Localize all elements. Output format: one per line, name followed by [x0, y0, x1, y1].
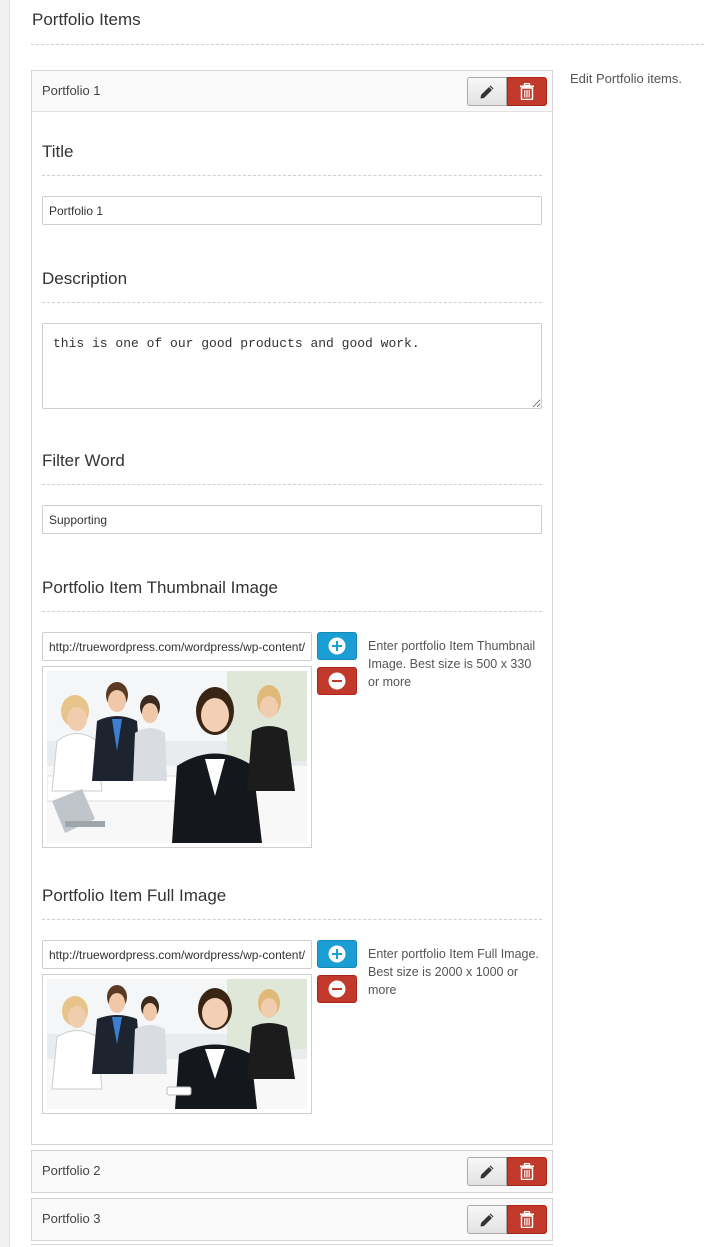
edit-item-button[interactable]	[467, 1157, 507, 1186]
trash-icon	[520, 1211, 534, 1228]
delete-item-button[interactable]	[507, 1157, 547, 1186]
full-image-field-label: Portfolio Item Full Image	[42, 886, 227, 905]
pencil-icon	[480, 1213, 494, 1226]
office-team-photo	[47, 671, 307, 843]
field-divider	[42, 611, 542, 612]
portfolio-item-actions	[467, 1205, 547, 1234]
edit-item-button[interactable]	[467, 77, 507, 106]
edit-item-button[interactable]	[467, 1205, 507, 1234]
next-panel-edge	[31, 1244, 553, 1245]
admin-left-rail	[0, 0, 10, 1247]
trash-icon	[520, 83, 534, 100]
full-image-url-input[interactable]	[42, 940, 312, 969]
section-title: Portfolio Items	[32, 10, 141, 29]
portfolio-item-header[interactable]: Portfolio 2	[32, 1151, 552, 1192]
field-divider	[42, 302, 542, 303]
portfolio-item-title: Portfolio 1	[42, 83, 101, 98]
field-divider	[42, 484, 542, 485]
trash-icon	[520, 1163, 534, 1180]
portfolio-item-actions	[467, 77, 547, 106]
delete-item-button[interactable]	[507, 1205, 547, 1234]
section-description: Edit Portfolio items.	[570, 71, 682, 86]
plus-circle-icon	[328, 637, 346, 655]
portfolio-item-actions	[467, 1157, 547, 1186]
filter-word-input[interactable]	[42, 505, 542, 534]
portfolio-item-title: Portfolio 3	[42, 1211, 101, 1226]
portfolio-item-title: Portfolio 2	[42, 1163, 101, 1178]
title-field-label: Title	[42, 142, 74, 161]
field-divider	[42, 919, 542, 920]
plus-circle-icon	[328, 945, 346, 963]
section-divider	[31, 44, 704, 45]
remove-thumbnail-button[interactable]	[317, 667, 357, 695]
pencil-icon	[480, 85, 494, 98]
portfolio-item-panel: Portfolio 1 Title Portfolio 1 Descriptio…	[31, 70, 553, 1145]
pencil-icon	[480, 1165, 494, 1178]
thumbnail-help-text: Enter portfolio Item Thumbnail Image. Be…	[368, 639, 536, 689]
portfolio-item-header[interactable]: Portfolio 3	[32, 1199, 552, 1240]
remove-full-image-button[interactable]	[317, 975, 357, 1003]
thumbnail-url-input[interactable]	[42, 632, 312, 661]
field-divider	[42, 175, 542, 176]
delete-item-button[interactable]	[507, 77, 547, 106]
thumbnail-preview	[42, 666, 312, 848]
add-thumbnail-button[interactable]	[317, 632, 357, 660]
title-input[interactable]	[42, 196, 542, 225]
description-textarea[interactable]: this is one of our good products and goo…	[42, 323, 542, 409]
portfolio-item-panel: Portfolio 3	[31, 1198, 553, 1241]
filter-word-field-label: Filter Word	[42, 451, 125, 470]
portfolio-item-header[interactable]: Portfolio 1	[32, 71, 552, 112]
minus-circle-icon	[328, 980, 346, 998]
thumbnail-image-field-label: Portfolio Item Thumbnail Image	[42, 578, 278, 597]
minus-circle-icon	[328, 672, 346, 690]
description-field-label: Description	[42, 269, 128, 288]
portfolio-item-panel: Portfolio 2	[31, 1150, 553, 1193]
full-image-help-text: Enter portfolio Item Full Image. Best si…	[368, 947, 539, 997]
office-team-photo	[47, 979, 307, 1109]
add-full-image-button[interactable]	[317, 940, 357, 968]
full-image-preview	[42, 974, 312, 1114]
